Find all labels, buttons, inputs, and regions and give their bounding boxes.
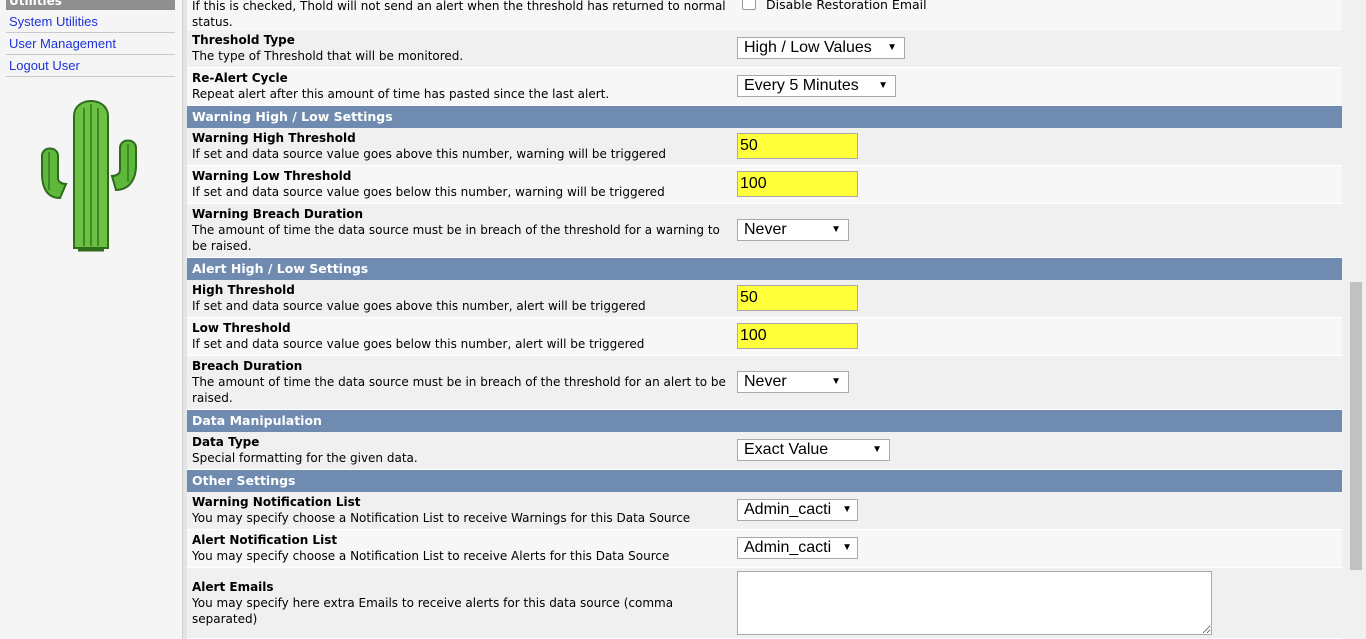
threshold-type-row: Threshold Type The type of Threshold tha…	[187, 30, 1342, 68]
alert-emails-desc: You may specify here extra Emails to rec…	[192, 596, 674, 626]
high-threshold-input[interactable]: 50	[737, 285, 858, 311]
threshold-type-select[interactable]: High / Low Values ▼	[737, 37, 905, 59]
threshold-type-title: Threshold Type	[192, 33, 295, 47]
warning-high-desc: If set and data source value goes above …	[192, 147, 666, 161]
chevron-down-icon: ▼	[842, 542, 852, 553]
alert-emails-textarea[interactable]	[737, 571, 1212, 635]
breach-duration-select[interactable]: Never ▼	[737, 371, 849, 393]
realert-cycle-select[interactable]: Every 5 Minutes ▼	[737, 75, 896, 97]
warning-low-title: Warning Low Threshold	[192, 169, 352, 183]
section-alert-settings: Alert High / Low Settings	[187, 258, 1342, 280]
warning-high-title: Warning High Threshold	[192, 131, 356, 145]
warning-notification-row: Warning Notification List You may specif…	[187, 492, 1342, 530]
section-other-settings: Other Settings	[187, 470, 1342, 492]
data-type-title: Data Type	[192, 435, 260, 449]
warning-notification-desc: You may specify choose a Notification Li…	[192, 511, 691, 525]
low-threshold-title: Low Threshold	[192, 321, 291, 335]
scrollbar-thumb[interactable]	[1350, 282, 1362, 570]
high-threshold-title: High Threshold	[192, 283, 295, 297]
sidebar-item-system-utilities[interactable]: System Utilities	[6, 11, 175, 33]
warning-high-row: Warning High Threshold If set and data s…	[187, 128, 1342, 166]
section-data-manipulation: Data Manipulation	[187, 410, 1342, 432]
low-threshold-row: Low Threshold If set and data source val…	[187, 318, 1342, 356]
chevron-down-icon: ▼	[831, 376, 841, 387]
threshold-type-desc: The type of Threshold that will be monit…	[192, 49, 464, 63]
warning-breach-desc: The amount of time the data source must …	[192, 223, 720, 253]
chevron-down-icon: ▼	[842, 504, 852, 515]
breach-duration-row: Breach Duration The amount of time the d…	[187, 356, 1342, 410]
alert-notification-desc: You may specify choose a Notification Li…	[192, 549, 670, 563]
warning-breach-row: Warning Breach Duration The amount of ti…	[187, 204, 1342, 258]
high-threshold-row: High Threshold If set and data source va…	[187, 280, 1342, 318]
sidebar-header: Utilities	[6, 0, 175, 10]
chevron-down-icon: ▼	[872, 444, 882, 455]
sidebar-item-logout-user[interactable]: Logout User	[6, 55, 175, 77]
warning-high-input[interactable]: 50	[737, 133, 858, 159]
cactus-logo	[41, 100, 137, 252]
warning-low-desc: If set and data source value goes below …	[192, 185, 665, 199]
realert-cycle-desc: Repeat alert after this amount of time h…	[192, 87, 610, 101]
warning-breach-title: Warning Breach Duration	[192, 207, 364, 221]
high-threshold-desc: If set and data source value goes above …	[192, 299, 646, 313]
warning-low-input[interactable]: 100	[737, 171, 858, 197]
restoration-desc: If this is checked, Thold will not send …	[192, 0, 726, 29]
sidebar-item-user-management[interactable]: User Management	[6, 33, 175, 55]
restoration-row: If this is checked, Thold will not send …	[187, 0, 1342, 30]
sidebar: Utilities System Utilities User Manageme…	[0, 0, 182, 639]
alert-notification-title: Alert Notification List	[192, 533, 338, 547]
realert-cycle-row: Re-Alert Cycle Repeat alert after this a…	[187, 68, 1342, 106]
data-type-row: Data Type Special formatting for the giv…	[187, 432, 1342, 470]
chevron-down-icon: ▼	[887, 42, 897, 53]
alert-emails-title: Alert Emails	[192, 580, 274, 594]
data-type-select[interactable]: Exact Value ▼	[737, 439, 890, 461]
low-threshold-input[interactable]: 100	[737, 323, 858, 349]
alert-emails-row: Alert Emails You may specify here extra …	[187, 568, 1342, 639]
breach-duration-title: Breach Duration	[192, 359, 303, 373]
chevron-down-icon: ▼	[878, 80, 888, 91]
vertical-scrollbar[interactable]	[1342, 0, 1366, 639]
low-threshold-desc: If set and data source value goes below …	[192, 337, 645, 351]
data-type-desc: Special formatting for the given data.	[192, 451, 418, 465]
realert-cycle-title: Re-Alert Cycle	[192, 71, 288, 85]
warning-notification-title: Warning Notification List	[192, 495, 361, 509]
section-warning-settings: Warning High / Low Settings	[187, 106, 1342, 128]
chevron-down-icon: ▼	[831, 224, 841, 235]
disable-restoration-checkbox[interactable]	[742, 0, 756, 10]
alert-notification-row: Alert Notification List You may specify …	[187, 530, 1342, 568]
warning-low-row: Warning Low Threshold If set and data so…	[187, 166, 1342, 204]
alert-notification-select[interactable]: Admin_cacti ▼	[737, 537, 858, 559]
warning-notification-select[interactable]: Admin_cacti ▼	[737, 499, 858, 521]
threshold-settings-form: If this is checked, Thold will not send …	[187, 0, 1342, 639]
warning-breach-select[interactable]: Never ▼	[737, 219, 849, 241]
breach-duration-desc: The amount of time the data source must …	[192, 375, 726, 405]
disable-restoration-label: Disable Restoration Email	[766, 0, 927, 12]
